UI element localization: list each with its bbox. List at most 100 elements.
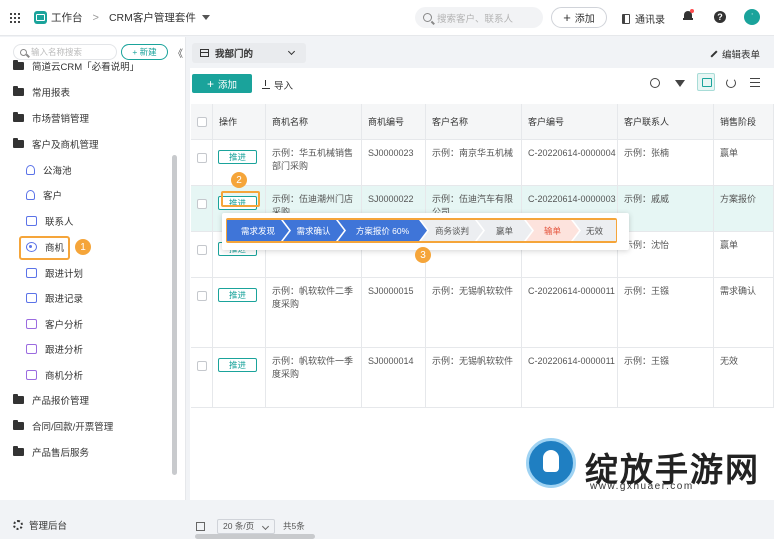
sidebar-item[interactable]: 客户及商机管理	[0, 134, 178, 154]
bell-icon[interactable]	[683, 9, 694, 22]
push-button[interactable]: 推进	[218, 150, 257, 164]
table-row[interactable]: 推进 示例：华五机械销售部门采购 SJ0000023 示例：南京华五机械 C-20220…	[191, 140, 774, 186]
push-button[interactable]: 推进	[218, 288, 257, 302]
pagination-bar: 20 条/页 共5条	[190, 515, 774, 537]
sidebar-scrollbar[interactable]	[172, 155, 177, 475]
page-size-select[interactable]: 20 条/页	[217, 518, 275, 534]
table-cell: 示例：无锡帆软软件	[426, 278, 522, 347]
column-header: 客户名称	[426, 104, 522, 139]
sidebar-item-label: 客户及商机管理	[32, 140, 99, 151]
column-header: 操作	[213, 104, 266, 139]
import-button[interactable]: 导入	[262, 78, 293, 92]
filter-icon[interactable]	[675, 80, 685, 87]
table-cell: 示例：无锡帆软软件	[426, 348, 522, 407]
row-checkbox[interactable]	[197, 199, 207, 209]
table-cell: 示例：帆软软件二季度采购	[266, 278, 362, 347]
sidebar: 输入名称搜索 + 新建 《 简道云CRM「必看说明」 常用报表 市场营销管理 客户及商…	[0, 37, 186, 532]
plus-icon: +	[206, 76, 214, 91]
column-header: 销售阶段	[714, 104, 774, 139]
person-icon	[26, 165, 35, 175]
plus-icon: +	[563, 9, 571, 25]
sidebar-item-label: 联系人	[45, 217, 74, 228]
stage-step[interactable]: 需求确认	[283, 220, 344, 241]
row-checkbox[interactable]	[197, 245, 207, 255]
sidebar-item-label: 商机分析	[45, 371, 84, 382]
form-icon	[26, 293, 37, 303]
view-selector[interactable]: 我部门的	[192, 43, 306, 63]
global-search-input[interactable]: 搜索客户、联系人	[415, 7, 543, 28]
sidebar-item[interactable]: 跟进分析	[0, 339, 178, 359]
view-toggle-icon[interactable]	[697, 73, 715, 91]
push-button[interactable]: 推进	[218, 358, 257, 372]
admin-console-link[interactable]: 管理后台	[13, 518, 67, 532]
workbench-link[interactable]: 工作台	[51, 10, 83, 25]
sidebar-item[interactable]: 市场营销管理	[0, 108, 178, 128]
table-cell: SJ0000023	[362, 140, 426, 185]
table-cell: C-20220614-0000011	[522, 348, 618, 407]
sidebar-item[interactable]: 客户	[0, 185, 178, 205]
table-header: 操作 商机名称 商机编号 客户名称 客户编号 客户联系人 销售阶段	[191, 104, 774, 140]
list-settings-icon[interactable]	[750, 78, 760, 88]
sidebar-item[interactable]: 联系人	[0, 211, 178, 231]
admin-label: 管理后台	[29, 521, 68, 532]
sidebar-item-label: 客户分析	[45, 320, 84, 331]
table-row[interactable]: 推进 示例：帆软软件一季度采购 SJ0000014 示例：无锡帆软软件 C-202206…	[191, 348, 774, 408]
address-book-icon	[622, 13, 630, 24]
row-checkbox[interactable]	[197, 153, 207, 163]
sidebar-item[interactable]: 合同/回款/开票管理	[0, 416, 178, 436]
sidebar-item[interactable]: 客户分析	[0, 314, 178, 334]
sidebar-item-label: 产品报价管理	[32, 396, 90, 407]
sidebar-item-label: 公海池	[43, 166, 72, 177]
table-cell: 示例：帆软软件一季度采购	[266, 348, 362, 407]
table-cell: 需求确认	[714, 278, 774, 347]
folder-icon	[13, 86, 24, 96]
row-checkbox-cell	[191, 348, 213, 407]
table-cell: C-20220614-0000011	[522, 278, 618, 347]
app-title[interactable]: CRM客户管理套件	[109, 10, 196, 25]
search-icon	[20, 48, 27, 56]
chart-icon	[26, 370, 37, 380]
avatar[interactable]: ᐝ	[744, 9, 760, 25]
table-cell: 示例：张楠	[618, 140, 714, 185]
action-cell: 推进	[213, 348, 266, 407]
contacts-button[interactable]: 通讯录	[622, 11, 665, 26]
table-cell: 示例：华五机械销售部门采购	[266, 140, 362, 185]
sidebar-item[interactable]: 产品报价管理	[0, 390, 178, 410]
help-icon[interactable]: ?	[714, 11, 726, 23]
row-checkbox-cell	[191, 232, 213, 277]
app-grid-icon[interactable]	[10, 12, 20, 23]
search-icon[interactable]	[650, 78, 660, 88]
stage-step[interactable]: 方案报价 60%	[338, 220, 427, 241]
stage-step[interactable]: 赢单	[477, 220, 532, 241]
sidebar-item[interactable]: 产品售后服务	[0, 442, 178, 462]
stage-step[interactable]: 需求发现	[227, 220, 289, 241]
sidebar-item-label: 跟进记录	[45, 294, 84, 305]
sidebar-item[interactable]: 商机分析	[0, 365, 178, 385]
columns-icon[interactable]	[196, 521, 205, 531]
global-add-button[interactable]: + 添加	[551, 7, 607, 28]
sidebar-item[interactable]: 简道云CRM「必看说明」	[0, 56, 178, 76]
add-record-button[interactable]: + 添加	[192, 74, 252, 93]
table-cell: C-20220614-0000004	[522, 140, 618, 185]
row-checkbox[interactable]	[197, 291, 207, 301]
edit-form-button[interactable]: 编辑表单	[710, 47, 760, 61]
sidebar-item[interactable]: 常用报表	[0, 82, 178, 102]
annotation-badge-2: 2	[231, 172, 247, 188]
table-cell: 赢单	[714, 140, 774, 185]
refresh-icon[interactable]	[726, 78, 736, 88]
select-all-checkbox[interactable]	[197, 117, 207, 127]
contacts-label: 通讯录	[635, 15, 665, 26]
folder-icon	[13, 60, 24, 70]
annotation-badge-3: 3	[415, 247, 431, 263]
person-icon	[26, 190, 35, 200]
data-card: + 添加 导入 操作 商机名称 商机编号 客户名称 客户编号 客户联系人 销售阶段 推进 示例：华…	[190, 68, 774, 539]
table-row[interactable]: 推进 示例：帆软软件二季度采购 SJ0000015 示例：无锡帆软软件 C-202206…	[191, 278, 774, 348]
sidebar-item[interactable]: 跟进计划	[0, 263, 178, 283]
row-checkbox[interactable]	[197, 361, 207, 371]
form-icon	[26, 268, 37, 278]
sidebar-item[interactable]: 公海池	[0, 160, 178, 180]
stage-step[interactable]: 商务谈判	[421, 220, 483, 241]
sidebar-item-label: 常用报表	[32, 88, 71, 99]
sidebar-item[interactable]: 跟进记录	[0, 288, 178, 308]
chevron-down-icon[interactable]	[201, 15, 210, 20]
